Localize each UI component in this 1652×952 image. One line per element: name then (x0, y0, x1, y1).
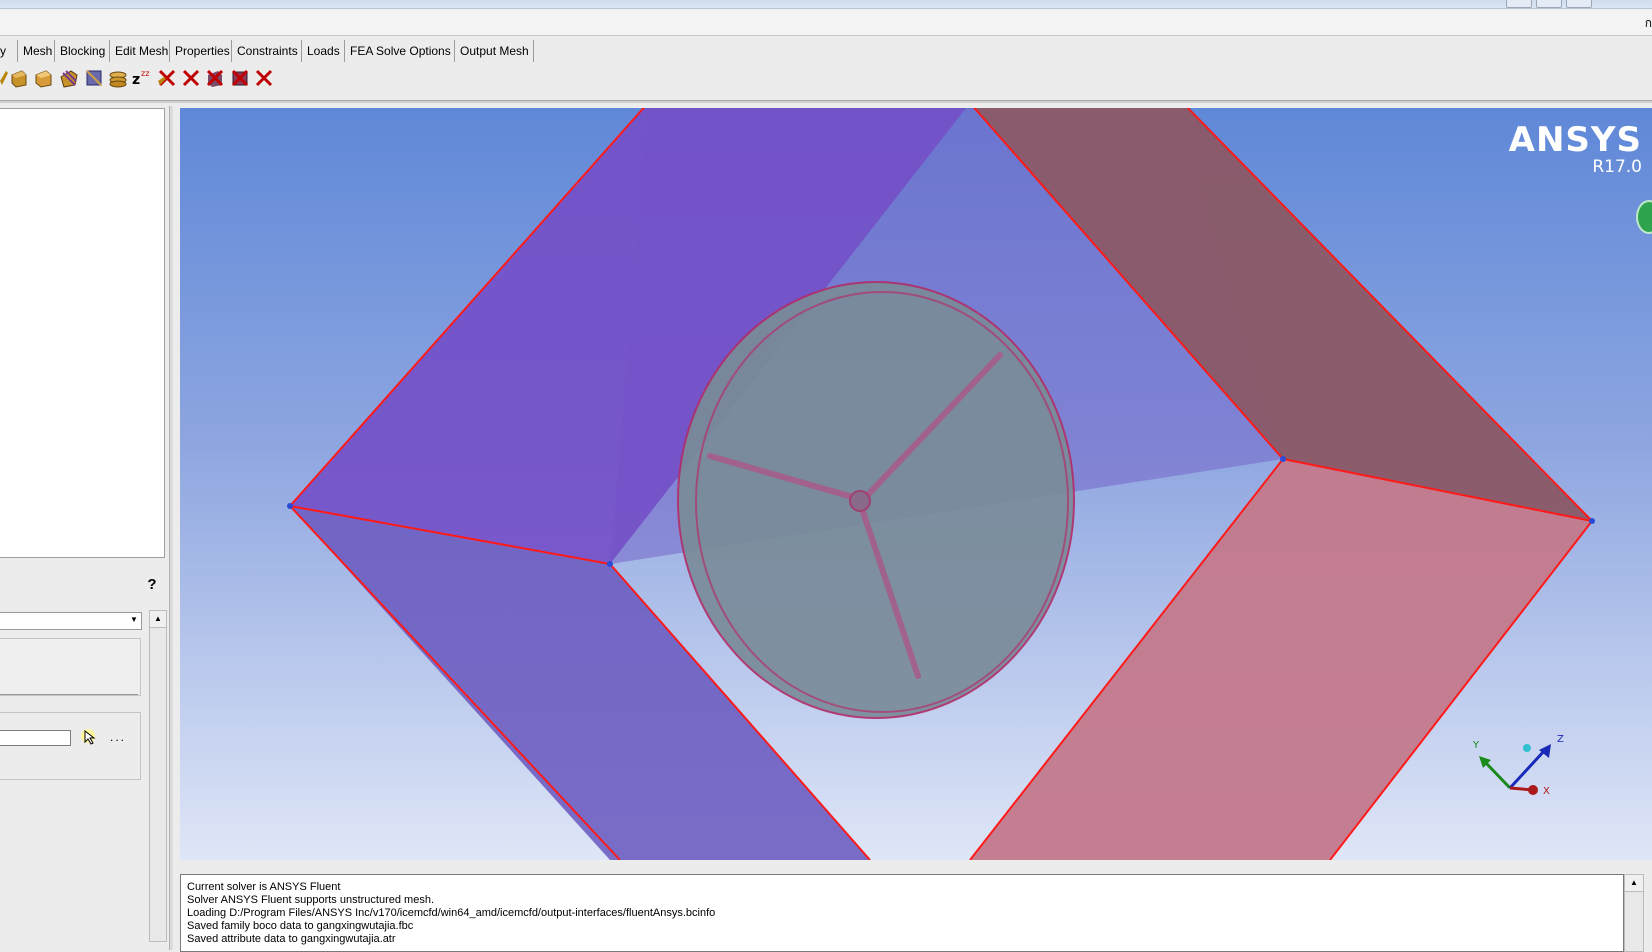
message-console[interactable]: Current solver is ANSYS Fluent Solver AN… (180, 874, 1624, 952)
associate-icon[interactable] (107, 67, 129, 89)
z-axis-line (1508, 748, 1547, 790)
select-cursor-icon[interactable] (80, 728, 98, 746)
console-line: Solver ANSYS Fluent supports unstructure… (187, 894, 435, 906)
axis-triad: Y Z X (1472, 734, 1564, 797)
selection-group (0, 712, 141, 780)
tab-geometry[interactable]: y (0, 40, 18, 62)
tab-properties[interactable]: Properties (170, 40, 232, 62)
turbine-hub (849, 490, 871, 512)
y-axis-line (1483, 760, 1512, 790)
selection-input[interactable] (0, 730, 71, 746)
scroll-up-icon[interactable]: ▲ (1625, 875, 1643, 892)
console-line: Loading D:/Program Files/ANSYS Inc/v170/… (187, 907, 716, 919)
options-group (0, 638, 141, 696)
restore-icon[interactable]: ก (1645, 14, 1652, 33)
create-block-icon[interactable] (8, 67, 30, 89)
delete-face-icon[interactable] (204, 67, 226, 89)
svg-text:zz: zz (141, 69, 149, 78)
graphics-viewport[interactable]: ANSYS R17.0 Y Z X (180, 108, 1652, 860)
tab-output-mesh[interactable]: Output Mesh (455, 40, 534, 62)
y-axis-label: Y (1472, 740, 1480, 751)
svg-text:z: z (132, 72, 140, 88)
delete-edge-icon[interactable] (180, 67, 202, 89)
form-divider (0, 694, 138, 695)
rotor-domain-circle (677, 281, 1075, 719)
model-geometry (287, 108, 1595, 860)
toolbar-divider (0, 100, 1652, 103)
delete-vertex-icon[interactable] (229, 67, 251, 89)
console-line: Saved family boco data to gangxingwutaji… (187, 920, 414, 932)
option-dropdown[interactable]: ▼ (0, 612, 142, 630)
tab-edit-mesh[interactable]: Edit Mesh (110, 40, 170, 62)
tab-blocking[interactable]: Blocking (55, 40, 110, 62)
menu-bar: ก (0, 9, 1652, 36)
minimize-button[interactable] (1506, 0, 1532, 8)
edit-block-icon[interactable] (83, 67, 105, 89)
console-line: Saved attribute data to gangxingwutajia.… (187, 933, 396, 945)
tab-loads[interactable]: Loads (302, 40, 345, 62)
close-button[interactable] (1566, 0, 1592, 8)
panel-splitter[interactable] (169, 106, 173, 950)
delete-block-icon[interactable] (156, 67, 178, 89)
tab-fea-solve-options[interactable]: FEA Solve Options (345, 40, 455, 62)
ansys-brand: ANSYS R17.0 (1509, 122, 1642, 176)
sleep-z-icon[interactable]: z zz (131, 67, 153, 89)
split-block-icon[interactable] (33, 67, 55, 89)
console-scrollbar[interactable]: ▲ (1624, 874, 1644, 952)
help-icon[interactable]: ? (144, 576, 160, 594)
chevron-down-icon: ▼ (130, 615, 138, 624)
brand-name: ANSYS (1508, 120, 1642, 160)
x-axis-label: X (1543, 786, 1550, 797)
title-bar (0, 0, 1652, 9)
merge-block-icon[interactable] (58, 67, 80, 89)
z-axis-label: Z (1557, 734, 1564, 745)
ribbon-tabs: y Mesh Blocking Edit Mesh Properties Con… (0, 40, 1652, 62)
maximize-button[interactable] (1536, 0, 1562, 8)
blocking-toolbar: z zz (0, 66, 1652, 92)
delete-icon[interactable] (253, 67, 275, 89)
more-options-button[interactable]: ... (110, 730, 126, 744)
scroll-up-icon[interactable]: ▲ (150, 611, 166, 628)
tab-constraints[interactable]: Constraints (232, 40, 302, 62)
console-line: Current solver is ANSYS Fluent (187, 881, 341, 893)
panel-scrollbar[interactable]: ▲ (149, 610, 167, 942)
tab-mesh[interactable]: Mesh (18, 40, 55, 62)
brand-version: R17.0 (1592, 157, 1642, 177)
model-tree-panel[interactable] (0, 108, 165, 558)
